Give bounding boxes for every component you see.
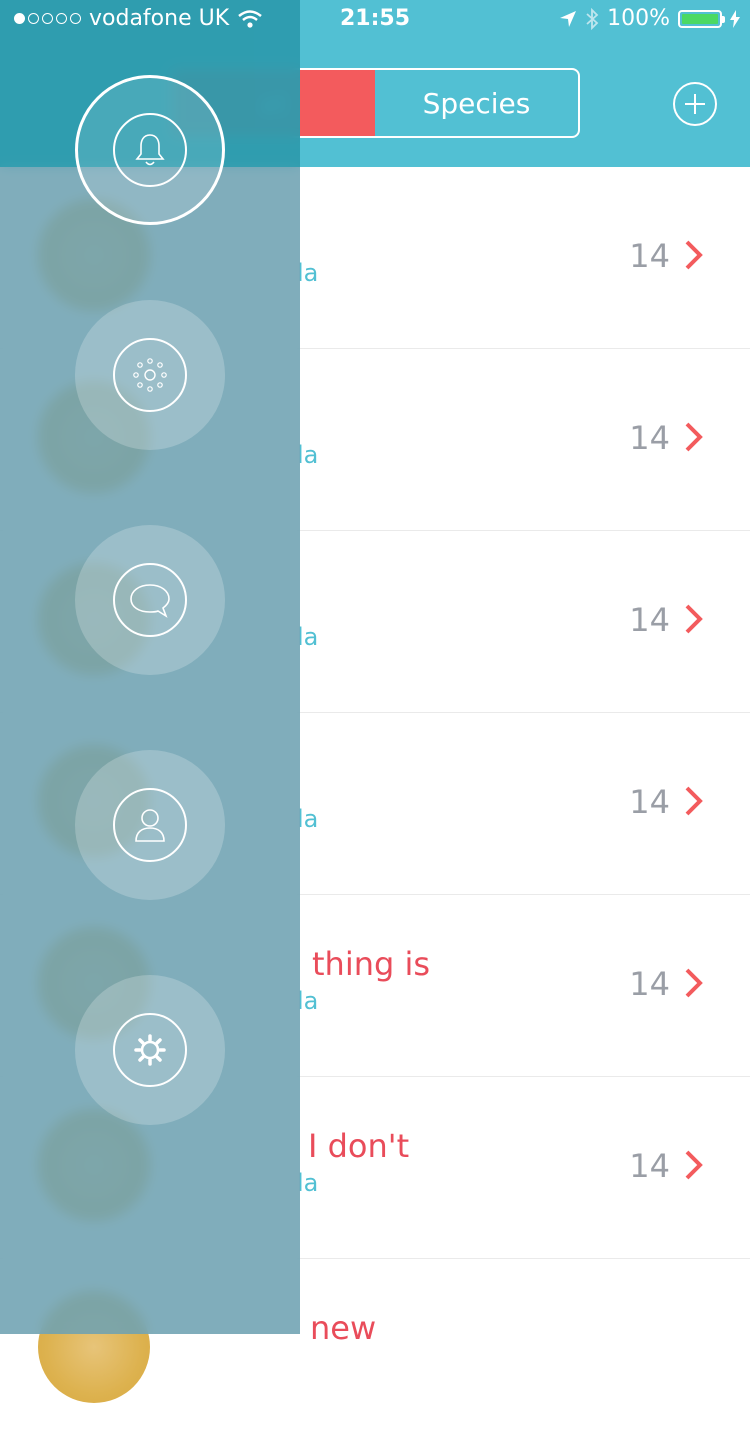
- item-count: 14: [629, 419, 670, 457]
- item-title: I don't: [308, 1127, 410, 1165]
- item-count: 14: [629, 1147, 670, 1185]
- battery-icon: [678, 9, 725, 28]
- item-count: 14: [629, 237, 670, 275]
- item-subtitle: la: [297, 987, 319, 1015]
- charging-icon: [730, 9, 740, 28]
- chevron-right-icon: [685, 422, 703, 452]
- battery-percent: 100%: [607, 6, 670, 31]
- chevron-right-icon: [685, 240, 703, 270]
- menu-item-chat[interactable]: [75, 525, 225, 675]
- chevron-right-icon: [685, 604, 703, 634]
- side-menu-drawer: [0, 0, 300, 1334]
- item-count: 14: [629, 601, 670, 639]
- dots-circle-icon: [133, 358, 167, 392]
- user-icon: [135, 809, 165, 842]
- segment-species[interactable]: Species: [375, 70, 578, 136]
- chevron-right-icon: [685, 968, 703, 998]
- chevron-right-icon: [685, 1150, 703, 1180]
- menu-item-settings[interactable]: [75, 975, 225, 1125]
- item-subtitle: la: [297, 623, 319, 651]
- item-count: 14: [629, 783, 670, 821]
- item-subtitle: la: [297, 1169, 319, 1197]
- status-bar: vodafone UK 21:55 100%: [0, 0, 750, 40]
- item-count: 14: [629, 965, 670, 1003]
- location-arrow-icon: [560, 10, 577, 27]
- chevron-right-icon: [685, 786, 703, 816]
- chat-bubble-icon: [130, 584, 170, 618]
- menu-item-notifications[interactable]: [75, 75, 225, 225]
- item-title: thing is: [312, 945, 431, 983]
- item-subtitle: la: [297, 805, 319, 833]
- item-title: new: [310, 1309, 377, 1347]
- bell-icon: [135, 134, 165, 166]
- bluetooth-icon: [586, 7, 599, 30]
- menu-item-profile[interactable]: [75, 750, 225, 900]
- item-subtitle: la: [297, 441, 319, 469]
- gear-icon: [134, 1034, 166, 1066]
- item-subtitle: la: [297, 259, 319, 287]
- add-icon[interactable]: [673, 82, 717, 126]
- menu-item-discover[interactable]: [75, 300, 225, 450]
